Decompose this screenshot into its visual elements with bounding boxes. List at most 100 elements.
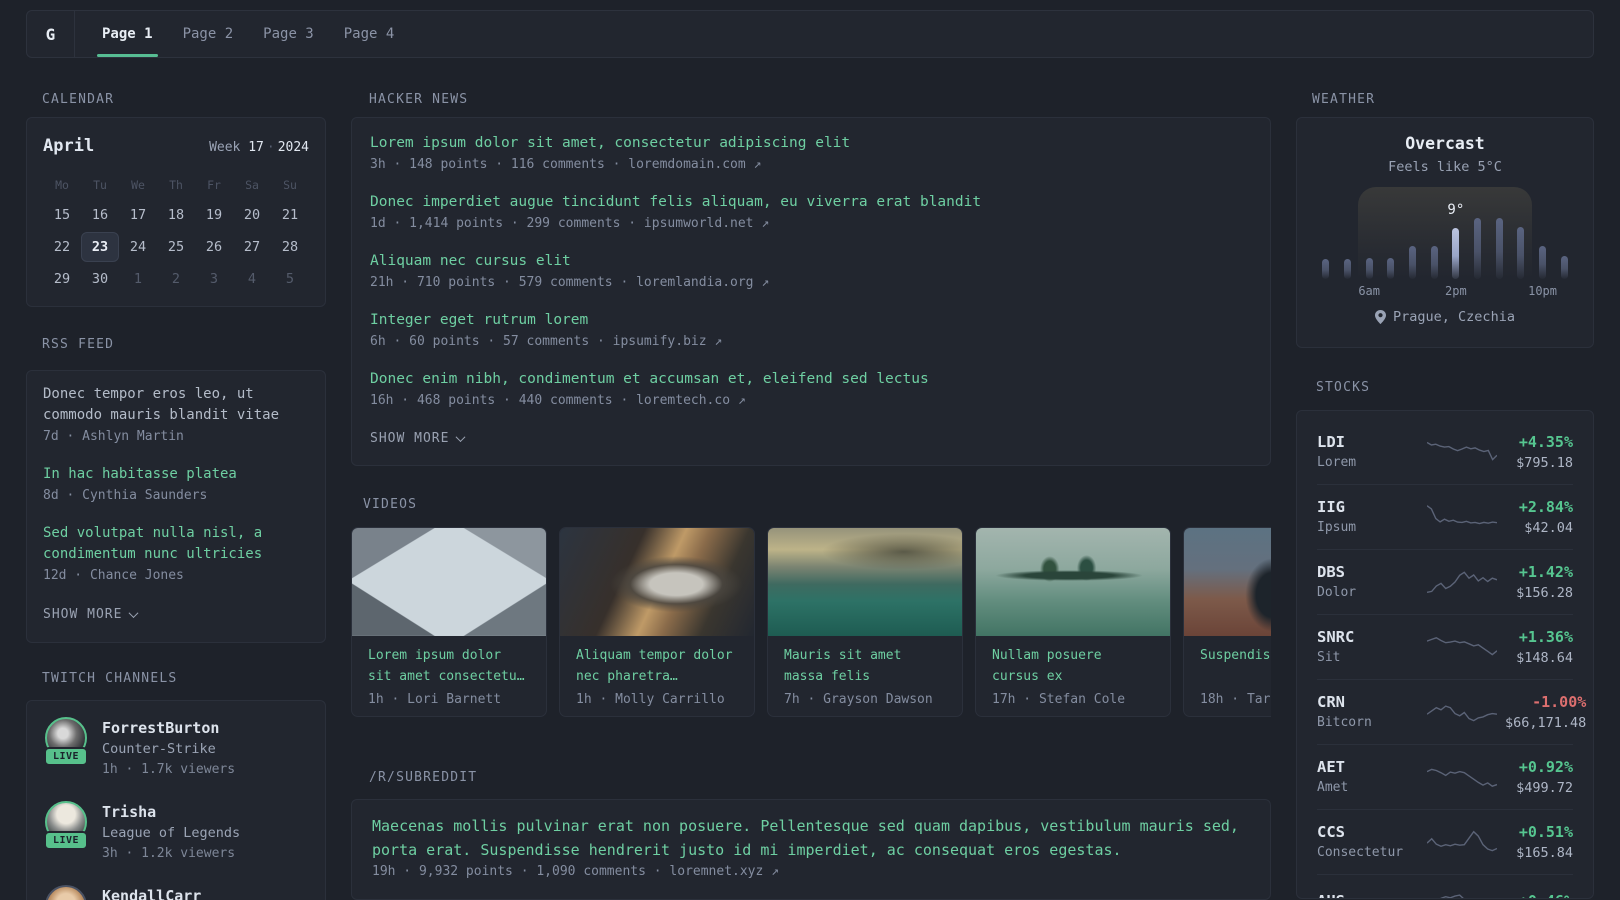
stock-row-crn[interactable]: CRN Bitcorn -1.00% $66,171.48 <box>1317 679 1586 744</box>
stock-change: +1.36% <box>1518 628 1573 646</box>
weather-bar-slot <box>1380 187 1402 279</box>
calendar-day: 25 <box>167 239 185 255</box>
video-meta: 18h · Tara <box>1200 692 1271 707</box>
weekday-label: Mo <box>55 178 69 192</box>
video-title[interactable]: Aliquam tempor dolor nec pharetra… <box>560 636 754 687</box>
video-title[interactable]: Mauris sit amet massa felis <box>768 636 962 687</box>
calendar-day: 26 <box>205 239 223 255</box>
hackernews-item: Aliquam nec cursus elit 21h · 710 points … <box>370 250 1252 293</box>
weather-location-text: Prague, Czechia <box>1393 309 1515 325</box>
subreddit-post-title[interactable]: Maecenas mollis pulvinar erat non posuer… <box>372 814 1250 862</box>
video-card[interactable]: Lorem ipsum dolor sit amet consectetu… 1h… <box>351 527 547 717</box>
middle-column: HACKER NEWS Lorem ipsum dolor sit amet, … <box>351 58 1271 900</box>
hackernews-item-title[interactable]: Lorem ipsum dolor sit amet, consectetur … <box>370 132 1252 154</box>
subreddit-widget: Maecenas mollis pulvinar erat non posuer… <box>351 799 1271 900</box>
twitch-channel-info: Trisha League of Legends 3h · 1.2k viewers <box>102 801 240 864</box>
hackernews-item-title[interactable]: Aliquam nec cursus elit <box>370 250 1252 272</box>
twitch-channel-category: Counter-Strike <box>102 741 216 757</box>
calendar-section-label: CALENDAR <box>42 92 115 107</box>
stock-price: $165.84 <box>1516 845 1573 861</box>
twitch-channel-name[interactable]: ForrestBurton <box>102 718 235 739</box>
videos-section-label: VIDEOS <box>363 497 418 512</box>
calendar-day: 30 <box>91 271 109 287</box>
rss-item-title[interactable]: In hac habitasse platea <box>43 464 309 485</box>
twitch-channel-name[interactable]: Trisha <box>102 802 240 823</box>
hackernews-item-meta: 21h · 710 points · 579 comments · loreml… <box>370 275 770 290</box>
rss-item: In hac habitasse platea 8d · Cynthia Saun… <box>43 464 309 506</box>
weather-bar <box>1344 259 1351 279</box>
stock-row-aet[interactable]: AET Amet +0.92% $499.72 <box>1317 744 1573 809</box>
stock-row-dbs[interactable]: DBS Dolor +1.42% $156.28 <box>1317 549 1573 614</box>
hackernews-item-meta: 1d · 1,414 points · 299 comments · ipsum… <box>370 216 770 231</box>
weather-section-label: WEATHER <box>1312 92 1376 107</box>
twitch-channel-meta: 1h · 1.7k viewers <box>102 762 236 777</box>
stocks-section-label: STOCKS <box>1316 380 1371 395</box>
weekday-label: Fr <box>207 178 221 192</box>
stock-symbol: IIG <box>1317 498 1345 516</box>
video-title[interactable]: Suspendisse diam <box>1184 636 1271 687</box>
rss-item-title[interactable]: Donec tempor eros leo, ut commodo mauris… <box>43 384 309 426</box>
stock-values: +1.36% $148.64 <box>1505 626 1573 668</box>
weather-bar-slot <box>1467 187 1489 279</box>
stock-info: AHS <box>1317 890 1419 898</box>
stock-change: +1.42% <box>1518 563 1573 581</box>
twitch-channel[interactable]: KendallCarr <box>43 885 309 900</box>
stock-sparkline <box>1427 571 1497 593</box>
right-column: WEATHER Overcast Feels like 5°C 6am 9° 2pm… <box>1296 58 1594 900</box>
stock-symbol: AET <box>1317 758 1345 776</box>
twitch-channel[interactable]: LIVE Trisha League of Legends 3h · 1.2k vie… <box>43 801 309 864</box>
video-card[interactable]: Aliquam tempor dolor nec pharetra… 1h · M… <box>559 527 755 717</box>
video-title[interactable]: Lorem ipsum dolor sit amet consectetu… <box>352 636 546 687</box>
stock-price: $156.28 <box>1516 585 1573 601</box>
stock-row-ldi[interactable]: LDI Lorem +4.35% $795.18 <box>1317 420 1573 484</box>
tab-page-4[interactable]: Page 4 <box>329 11 410 57</box>
weather-location: Prague, Czechia <box>1375 309 1515 325</box>
stock-sparkline <box>1427 441 1497 461</box>
twitch-channel-name[interactable]: KendallCarr <box>102 886 201 900</box>
video-card[interactable]: Mauris sit amet massa felis 7h · Grayson … <box>767 527 963 717</box>
app-logo[interactable]: G <box>27 11 74 57</box>
hackernews-item-title[interactable]: Donec enim nibh, condimentum et accumsan… <box>370 368 1252 390</box>
hackernews-item-title[interactable]: Integer eget rutrum lorem <box>370 309 1252 331</box>
separator-dot: · <box>266 140 275 155</box>
calendar-day: 16 <box>91 207 109 223</box>
hour-axis-label: 10pm <box>1528 284 1557 298</box>
calendar-day: 28 <box>281 239 299 255</box>
calendar-weekday-row: Mo Tu We Th Fr Sa Su <box>43 178 309 192</box>
stock-row-snrc[interactable]: SNRC Sit +1.36% $148.64 <box>1317 614 1573 679</box>
calendar-day: 3 <box>209 271 219 287</box>
tab-page-1[interactable]: Page 1 <box>87 11 168 57</box>
weather-feels-like: Feels like 5°C <box>1388 159 1502 175</box>
hour-axis-label: 2pm <box>1445 284 1467 298</box>
navbar-tabs: Page 1 Page 2 Page 3 Page 4 <box>87 11 409 57</box>
hackernews-item-title[interactable]: Donec imperdiet augue tincidunt felis al… <box>370 191 1252 213</box>
hackernews-widget: Lorem ipsum dolor sit amet, consectetur … <box>351 117 1271 466</box>
video-card[interactable]: Nullam posuere cursus ex 17h · Stefan Col… <box>975 527 1171 717</box>
stock-row-ahs[interactable]: AHS +0.46% <box>1317 874 1573 898</box>
location-pin-icon <box>1375 310 1387 324</box>
stock-name: Lorem <box>1317 455 1357 470</box>
hackernews-show-more-button[interactable]: SHOW MORE <box>370 431 466 446</box>
rss-item-title[interactable]: Sed volutpat nulla nisl, a condimentum n… <box>43 523 309 565</box>
stock-price: $66,171.48 <box>1505 715 1587 731</box>
stock-row-ccs[interactable]: CCS Consectetur +0.51% $165.84 <box>1317 809 1573 874</box>
twitch-channel[interactable]: LIVE ForrestBurton Counter-Strike 1h · 1.7k… <box>43 717 309 780</box>
video-title[interactable]: Nullam posuere cursus ex <box>976 636 1170 687</box>
calendar-month: April <box>43 136 95 156</box>
video-thumbnail <box>352 528 546 636</box>
stock-sparkline <box>1427 705 1497 722</box>
calendar-day: 17 <box>129 207 147 223</box>
stock-sparkline <box>1440 894 1464 898</box>
stock-row-iig[interactable]: IIG Ipsum +2.84% $42.04 <box>1317 484 1573 549</box>
video-card[interactable]: Suspendisse diam 18h · Tara <box>1183 527 1271 717</box>
weather-bars: 6am 9° 2pm 10pm <box>1315 187 1575 298</box>
stock-symbol: SNRC <box>1317 628 1355 646</box>
rss-widget: Donec tempor eros leo, ut commodo mauris… <box>26 370 326 643</box>
tab-page-3[interactable]: Page 3 <box>248 11 329 57</box>
rss-show-more-button[interactable]: SHOW MORE <box>43 607 139 622</box>
live-badge: LIVE <box>43 747 89 766</box>
stock-info: CRN Bitcorn <box>1317 691 1419 733</box>
stock-symbol: DBS <box>1317 563 1345 581</box>
stock-name: Amet <box>1317 780 1349 795</box>
tab-page-2[interactable]: Page 2 <box>168 11 249 57</box>
